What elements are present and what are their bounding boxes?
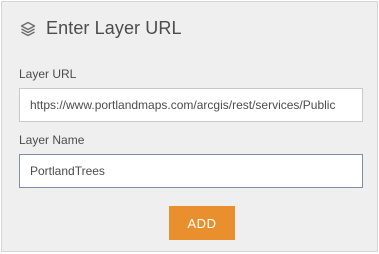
enter-layer-url-panel: Enter Layer URL Layer URL Layer Name ADD — [1, 1, 378, 252]
panel-header: Enter Layer URL — [19, 18, 182, 39]
layer-url-input[interactable] — [19, 88, 363, 122]
layer-url-label: Layer URL — [19, 67, 77, 81]
layer-name-label: Layer Name — [19, 133, 85, 147]
layer-name-input[interactable] — [19, 154, 363, 188]
panel-title: Enter Layer URL — [46, 18, 182, 38]
layers-icon — [19, 20, 37, 38]
add-button[interactable]: ADD — [169, 206, 235, 240]
